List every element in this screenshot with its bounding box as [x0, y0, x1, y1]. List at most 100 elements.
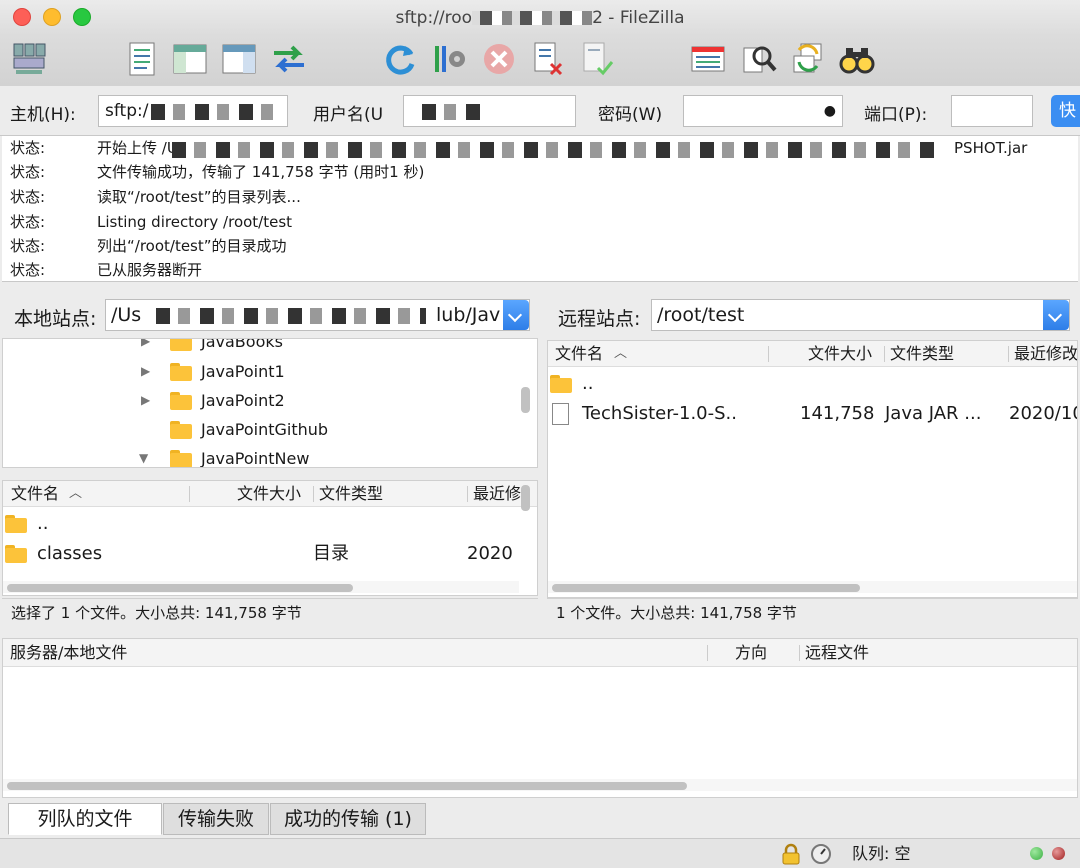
expand-arrow-icon[interactable]: ▶ — [141, 339, 150, 356]
local-path-combo[interactable]: /Us lub/Jav — [105, 299, 530, 331]
compare-dirs-icon[interactable] — [740, 40, 778, 78]
local-dir-tree: ▶ JavaBooks ▶ JavaPoint1 ▶ JavaPoint2 Ja… — [2, 338, 538, 468]
tab-successful-transfers[interactable]: 成功的传输 (1) — [270, 803, 426, 835]
file-row[interactable]: classes 目录 2020 — [3, 539, 537, 569]
reconnect-icon[interactable] — [578, 40, 616, 78]
expand-arrow-icon[interactable]: ▶ — [141, 386, 150, 415]
log-message-tail: PSHOT.jar — [954, 139, 1028, 157]
column-filename[interactable]: 文件名 — [555, 341, 603, 367]
file-row[interactable]: .. — [548, 369, 1077, 399]
column-modified[interactable]: 最近修改 — [1014, 341, 1077, 367]
toggle-local-tree-icon[interactable] — [171, 40, 209, 78]
password-label: 密码(W) — [598, 105, 663, 125]
column-remote-file[interactable]: 远程文件 — [805, 639, 869, 667]
remote-status-line: 1 个文件。大小总共: 141,758 字节 — [547, 598, 1078, 626]
redacted-region — [422, 104, 482, 120]
sort-ascending-icon: ︿ — [614, 346, 628, 361]
tree-scrollbar-thumb[interactable] — [521, 387, 530, 413]
local-path-dropdown-icon[interactable] — [503, 300, 529, 330]
transfer-queue-icon[interactable] — [270, 40, 308, 78]
folder-icon — [170, 421, 192, 439]
close-window-button[interactable] — [13, 8, 31, 26]
zoom-window-button[interactable] — [73, 8, 91, 26]
folder-icon — [550, 375, 572, 393]
tree-item-label: JavaBooks — [201, 338, 283, 351]
collapse-arrow-icon[interactable]: ▼ — [139, 444, 148, 467]
username-input[interactable] — [403, 95, 576, 127]
search-icon[interactable] — [838, 40, 876, 78]
refresh-icon[interactable] — [381, 40, 419, 78]
jar-file-icon — [552, 403, 569, 425]
site-manager-icon[interactable] — [10, 40, 48, 78]
tree-item[interactable]: ▶ JavaPoint1 — [3, 357, 523, 386]
column-server-local-file[interactable]: 服务器/本地文件 — [10, 639, 127, 667]
tree-item-label: JavaPoint1 — [201, 362, 285, 381]
horizontal-scrollbar-thumb[interactable] — [7, 782, 687, 790]
column-filename[interactable]: 文件名 — [11, 481, 59, 507]
password-input[interactable]: ● — [683, 95, 843, 127]
horizontal-scrollbar[interactable] — [548, 581, 1077, 593]
file-name: TechSister-1.0-S.. — [582, 403, 737, 424]
log-message: Listing directory /root/test — [97, 213, 293, 231]
column-filesize[interactable]: 文件大小 — [808, 341, 872, 367]
tab-failed-transfers[interactable]: 传输失败 — [163, 803, 269, 835]
toggle-remote-tree-icon[interactable] — [220, 40, 258, 78]
tree-item[interactable]: ▶ JavaBooks — [3, 338, 523, 356]
tree-item[interactable]: ▶ JavaPoint2 — [3, 386, 523, 415]
host-label: 主机(H): — [10, 105, 76, 125]
remote-path-dropdown-icon[interactable] — [1043, 300, 1069, 330]
local-site-bar: 本地站点: /Us lub/Jav — [0, 290, 540, 338]
speed-limit-icon[interactable] — [810, 843, 832, 865]
tree-item[interactable]: JavaPointGithub — [3, 415, 523, 444]
sync-browse-icon[interactable] — [789, 40, 827, 78]
log-message: 已从服务器断开 — [97, 261, 203, 279]
message-log: 状态: 开始上传 /U PSHOT.jar 状态: 文件传输成功，传输了 141… — [2, 136, 1078, 282]
folder-icon — [170, 450, 192, 467]
local-file-list-header: 文件名 ︿ 文件大小 文件类型 最近修 — [3, 481, 537, 507]
column-modified[interactable]: 最近修 — [473, 481, 521, 507]
log-row: 状态: 文件传输成功，传输了 141,758 字节 (用时1 秒) — [2, 160, 1078, 185]
tree-item-label: JavaPointGithub — [201, 420, 329, 439]
horizontal-scrollbar[interactable] — [3, 779, 1077, 791]
queue-status: 队列: 空 — [852, 844, 911, 863]
quickconnect-button[interactable]: 快 — [1051, 95, 1080, 127]
log-message: 开始上传 /U — [97, 139, 178, 157]
remote-path-value: /root/test — [657, 304, 745, 326]
file-list-scrollbar-thumb[interactable] — [521, 485, 530, 511]
local-site-label: 本地站点: — [14, 308, 97, 330]
file-type: 目录 — [313, 543, 349, 564]
log-row: 状态: Listing directory /root/test — [2, 210, 1078, 235]
column-filetype[interactable]: 文件类型 — [319, 481, 383, 507]
column-filetype[interactable]: 文件类型 — [890, 341, 954, 367]
disconnect-icon[interactable] — [529, 40, 567, 78]
remote-path-combo[interactable]: /root/test — [651, 299, 1070, 331]
username-label: 用户名(U — [313, 105, 384, 125]
horizontal-scrollbar[interactable] — [3, 581, 519, 593]
minimize-window-button[interactable] — [43, 8, 61, 26]
redacted-host — [472, 11, 593, 25]
port-input[interactable] — [951, 95, 1033, 127]
folder-icon — [170, 392, 192, 410]
folder-icon — [5, 515, 27, 533]
toggle-message-log-icon[interactable] — [123, 40, 161, 78]
tab-queued-files[interactable]: 列队的文件 — [8, 803, 162, 835]
log-level: 状态: — [10, 213, 46, 231]
cancel-icon[interactable] — [480, 40, 518, 78]
host-input[interactable]: sftp:/ — [98, 95, 288, 127]
remote-site-label: 远程站点: — [558, 308, 641, 330]
redacted-region — [172, 142, 942, 158]
horizontal-scrollbar-thumb[interactable] — [552, 584, 860, 592]
process-queue-icon[interactable] — [431, 40, 469, 78]
tree-item[interactable]: ▼ JavaPointNew — [3, 444, 523, 467]
directory-filter-icon[interactable] — [689, 40, 727, 78]
file-type: Java JAR ... — [885, 403, 982, 424]
horizontal-scrollbar-thumb[interactable] — [7, 584, 353, 592]
status-bar: 队列: 空 — [0, 838, 1080, 868]
column-filesize[interactable]: 文件大小 — [237, 481, 301, 507]
remote-site-bar: 远程站点: /root/test — [545, 290, 1080, 338]
column-direction[interactable]: 方向 — [735, 639, 767, 667]
file-row[interactable]: .. — [3, 509, 537, 539]
expand-arrow-icon[interactable]: ▶ — [141, 357, 150, 386]
lock-icon — [781, 843, 801, 865]
file-row[interactable]: TechSister-1.0-S.. 141,758 Java JAR ... … — [548, 399, 1077, 429]
